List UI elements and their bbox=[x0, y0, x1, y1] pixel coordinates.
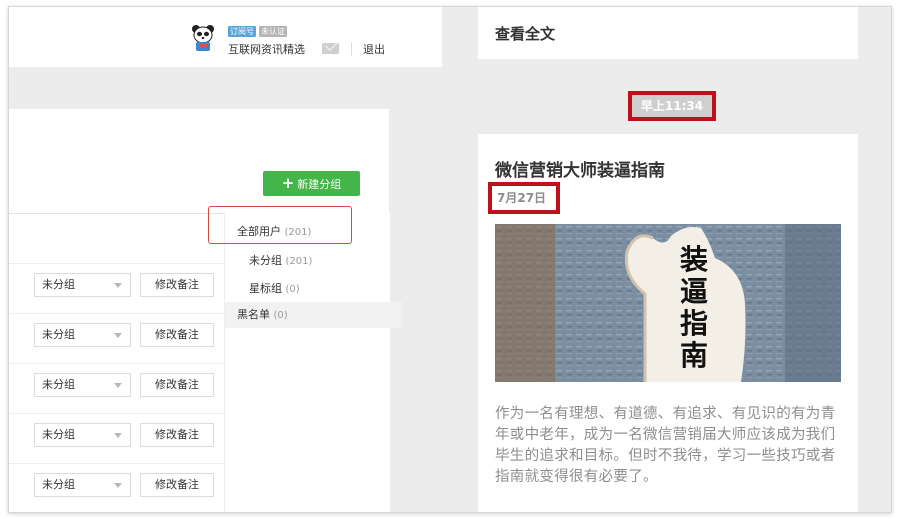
header-band bbox=[9, 67, 442, 109]
read-full-text-link[interactable]: 查看全文 bbox=[495, 23, 555, 44]
article-cover-image[interactable]: 装 逼 指 南 bbox=[495, 224, 841, 382]
table-row: 未分组 修改备注 bbox=[9, 263, 224, 314]
message-time: 早上11:34 bbox=[628, 91, 716, 121]
chevron-down-icon bbox=[114, 433, 122, 438]
calligraphy-char: 装 bbox=[679, 243, 708, 276]
table-row: 未分组 修改备注 bbox=[9, 363, 224, 414]
edit-remark-button[interactable]: 修改备注 bbox=[140, 323, 214, 347]
mail-icon[interactable] bbox=[322, 43, 339, 54]
group-select[interactable]: 未分组 bbox=[34, 323, 131, 347]
article-card[interactable]: 微信营销大师装逼指南 7月27日 装 逼 指 南 作为一名有理想、有道德、有追求… bbox=[478, 134, 858, 512]
edit-remark-button[interactable]: 修改备注 bbox=[140, 373, 214, 397]
group-label: 黑名单 bbox=[237, 308, 270, 321]
edit-remark-button[interactable]: 修改备注 bbox=[140, 423, 214, 447]
account-bar: 订阅号 未认证 互联网资讯精选 退出 bbox=[9, 7, 442, 67]
logout-link[interactable]: 退出 bbox=[363, 41, 385, 57]
panda-avatar-icon bbox=[192, 25, 214, 51]
highlight-box bbox=[208, 206, 352, 244]
group-select-value: 未分组 bbox=[42, 328, 75, 341]
account-badges: 订阅号 未认证 bbox=[228, 26, 287, 37]
divider bbox=[351, 42, 352, 56]
group-select-value: 未分组 bbox=[42, 378, 75, 391]
chevron-down-icon bbox=[114, 383, 122, 388]
new-group-label: 新建分组 bbox=[297, 177, 342, 191]
article-title[interactable]: 微信营销大师装逼指南 bbox=[495, 156, 665, 181]
chevron-down-icon bbox=[114, 333, 122, 338]
group-list: 全部用户 (201) 未分组 (201) 星标组 (0) 黑名单 (0) bbox=[224, 213, 402, 512]
group-select-value: 未分组 bbox=[42, 428, 75, 441]
table-row: 未分组 修改备注 bbox=[9, 463, 224, 512]
chevron-down-icon bbox=[114, 483, 122, 488]
account-name[interactable]: 互联网资讯精选 bbox=[228, 41, 305, 57]
group-label: 未分组 bbox=[249, 254, 282, 267]
table-header-divider bbox=[9, 213, 224, 214]
edit-remark-button[interactable]: 修改备注 bbox=[140, 473, 214, 497]
group-select[interactable]: 未分组 bbox=[34, 373, 131, 397]
table-row: 未分组 修改备注 bbox=[9, 313, 224, 364]
calligraphy-char: 指 bbox=[679, 307, 708, 340]
group-select-value: 未分组 bbox=[42, 278, 75, 291]
group-item-ungrouped[interactable]: 未分组 (201) bbox=[225, 252, 414, 268]
group-item-starred[interactable]: 星标组 (0) bbox=[225, 280, 414, 296]
new-group-button[interactable]: + 新建分组 bbox=[263, 171, 360, 196]
group-select[interactable]: 未分组 bbox=[34, 273, 131, 297]
group-count: (201) bbox=[285, 256, 313, 267]
article-date: 7月27日 bbox=[488, 182, 560, 214]
edit-remark-button[interactable]: 修改备注 bbox=[140, 273, 214, 297]
group-count: (0) bbox=[285, 284, 300, 295]
calligraphy-char: 南 bbox=[679, 339, 708, 372]
chevron-down-icon bbox=[114, 283, 122, 288]
group-select[interactable]: 未分组 bbox=[34, 473, 131, 497]
screenshot-frame: 订阅号 未认证 互联网资讯精选 退出 + 新建分组 未分组 修改备注 未分组 修… bbox=[8, 6, 892, 513]
previous-article-card: 查看全文 bbox=[478, 7, 858, 59]
group-item-blacklist[interactable]: 黑名单 (0) bbox=[225, 302, 402, 328]
message-preview-panel: 查看全文 早上11:34 微信营销大师装逼指南 7月27日 装 逼 指 南 作为… bbox=[442, 7, 891, 512]
user-management-panel: 订阅号 未认证 互联网资讯精选 退出 + 新建分组 未分组 修改备注 未分组 修… bbox=[9, 7, 442, 512]
group-label: 星标组 bbox=[249, 282, 282, 295]
table-row: 未分组 修改备注 bbox=[9, 413, 224, 464]
plus-icon: + bbox=[281, 174, 295, 192]
group-select-value: 未分组 bbox=[42, 478, 75, 491]
cover-calligraphy: 装 逼 指 南 bbox=[676, 244, 712, 372]
article-summary: 作为一名有理想、有道德、有追求、有见识的有为青年或中老年，成为一名微信营销届大师… bbox=[495, 406, 836, 485]
subscription-badge: 订阅号 bbox=[228, 26, 256, 37]
unverified-badge: 未认证 bbox=[259, 26, 287, 37]
group-count: (0) bbox=[273, 310, 288, 321]
calligraphy-char: 逼 bbox=[679, 275, 708, 308]
cover-illustration bbox=[495, 224, 841, 382]
group-select[interactable]: 未分组 bbox=[34, 423, 131, 447]
